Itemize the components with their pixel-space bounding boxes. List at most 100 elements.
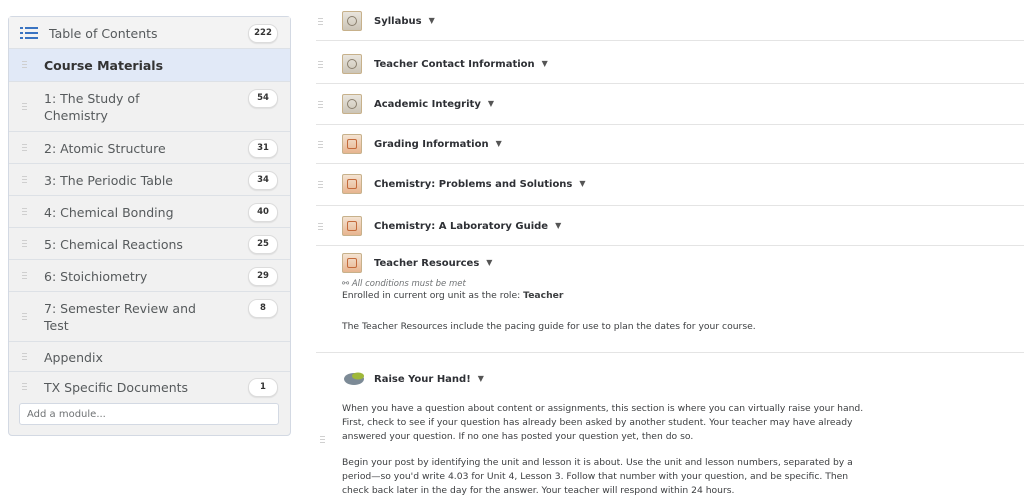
sidebar-item-tx-specific-documents[interactable]: TX Specific Documents 1 [9, 372, 290, 402]
module-content: Syllabus ▼ Teacher Contact Information ▼ A… [316, 0, 1024, 500]
add-module-input[interactable]: Add a module... [19, 403, 279, 425]
chevron-down-icon[interactable]: ▼ [579, 179, 585, 188]
divider [316, 40, 1024, 41]
drag-handle-icon[interactable] [318, 181, 323, 189]
divider [316, 163, 1024, 164]
sidebar-item-label: Course Materials [44, 58, 164, 73]
sidebar-item-label: 2: Atomic Structure [44, 141, 166, 156]
drag-handle-icon[interactable] [318, 101, 323, 109]
sidebar-item-chemical-reactions[interactable]: 5: Chemical Reactions 25 [9, 228, 290, 260]
chevron-down-icon[interactable]: ▼ [542, 59, 548, 68]
text-line: period—so you'd write 4.03 for Unit 4, L… [342, 471, 849, 482]
drag-handle-icon[interactable] [318, 18, 323, 26]
chevron-down-icon[interactable]: ▼ [488, 99, 494, 108]
sidebar-item-stoichiometry[interactable]: 6: Stoichiometry 29 [9, 260, 290, 292]
chevron-down-icon[interactable]: ▼ [478, 374, 484, 383]
module-icon [342, 11, 362, 31]
drag-handle-icon[interactable] [22, 239, 27, 248]
enrollment-condition: Enrolled in current org unit as the role… [342, 290, 564, 301]
item-count-badge: 8 [248, 299, 278, 318]
drag-handle-icon[interactable] [320, 436, 325, 444]
sidebar-item-study-of-chemistry[interactable]: 1: The Study of Chemistry 54 [9, 82, 290, 132]
sidebar-item-label: 6: Stoichiometry [44, 269, 148, 284]
text-line: When you have a question about content o… [342, 403, 864, 414]
sidebar-item-label: Appendix [44, 350, 103, 365]
conditions-icon: ⚯ [342, 279, 352, 289]
sidebar-item-label: 3: The Periodic Table [44, 173, 173, 188]
module-teacher-contact[interactable]: Teacher Contact Information ▼ [316, 52, 1024, 78]
module-teacher-resources[interactable]: Teacher Resources ▼ [316, 253, 1024, 279]
toc-label: Table of Contents [49, 26, 158, 41]
chevron-down-icon[interactable]: ▼ [555, 221, 561, 230]
sidebar-item-appendix[interactable]: Appendix [9, 342, 290, 372]
sidebar-item-periodic-table[interactable]: 3: The Periodic Table 34 [9, 164, 290, 196]
sidebar-item-course-materials[interactable]: Course Materials [9, 49, 290, 82]
drag-handle-icon[interactable] [22, 352, 27, 361]
module-icon [342, 94, 362, 114]
table-of-contents-panel: Table of Contents 222 Course Materials 1… [8, 16, 291, 436]
module-title[interactable]: Teacher Resources ▼ [374, 258, 492, 269]
divider [316, 245, 1024, 246]
drag-handle-icon[interactable] [318, 141, 323, 149]
sidebar-item-chemical-bonding[interactable]: 4: Chemical Bonding 40 [9, 196, 290, 228]
drag-handle-icon[interactable] [22, 271, 27, 280]
raise-hand-paragraph-2: Begin your post by identifying the unit … [342, 456, 1024, 498]
item-count-badge: 25 [248, 235, 278, 254]
raise-hand-paragraph-1: When you have a question about content o… [342, 402, 1024, 444]
module-title[interactable]: Syllabus ▼ [374, 16, 435, 27]
drag-handle-icon[interactable] [22, 383, 27, 391]
drag-handle-icon[interactable] [318, 61, 323, 69]
text-line: First, check to see if your question has… [342, 417, 853, 428]
drag-handle-icon[interactable] [22, 61, 27, 69]
drag-handle-icon[interactable] [22, 102, 27, 111]
module-icon [342, 54, 362, 74]
toc-header[interactable]: Table of Contents 222 [9, 17, 290, 49]
sidebar-item-label: 5: Chemical Reactions [44, 237, 183, 252]
module-syllabus[interactable]: Syllabus ▼ [316, 9, 1024, 35]
item-count-badge: 54 [248, 89, 278, 108]
module-title[interactable]: Academic Integrity ▼ [374, 99, 494, 110]
item-count-badge: 40 [248, 203, 278, 222]
drag-handle-icon[interactable] [318, 223, 323, 231]
module-grading-information[interactable]: Grading Information ▼ [316, 132, 1024, 158]
module-icon [342, 134, 362, 154]
divider [316, 352, 1024, 353]
module-raise-your-hand[interactable]: Raise Your Hand! ▼ [316, 367, 1024, 393]
module-icon [342, 216, 362, 236]
chevron-down-icon[interactable]: ▼ [486, 258, 492, 267]
chevron-down-icon[interactable]: ▼ [496, 139, 502, 148]
sidebar-item-label: 1: The Study of Chemistry [44, 91, 140, 123]
module-title[interactable]: Teacher Contact Information ▼ [374, 59, 548, 70]
drag-handle-icon[interactable] [22, 312, 27, 321]
hand-icon [344, 372, 364, 385]
divider [316, 124, 1024, 125]
text-line: check back later in the day for the answ… [342, 485, 735, 496]
module-title[interactable]: Grading Information ▼ [374, 139, 502, 150]
drag-handle-icon[interactable] [22, 207, 27, 216]
teacher-resources-description: The Teacher Resources include the pacing… [342, 321, 756, 332]
module-laboratory-guide[interactable]: Chemistry: A Laboratory Guide ▼ [316, 214, 1024, 240]
module-title[interactable]: Chemistry: Problems and Solutions ▼ [374, 179, 586, 190]
divider [316, 83, 1024, 84]
sidebar-item-semester-review[interactable]: 7: Semester Review and Test 8 [9, 292, 290, 342]
drag-handle-icon[interactable] [22, 175, 27, 184]
module-title[interactable]: Raise Your Hand! ▼ [374, 374, 484, 385]
module-academic-integrity[interactable]: Academic Integrity ▼ [316, 92, 1024, 118]
module-icon [342, 253, 362, 273]
item-count-badge: 34 [248, 171, 278, 190]
module-icon [342, 174, 362, 194]
divider [316, 205, 1024, 206]
sidebar-item-label: TX Specific Documents [44, 380, 189, 395]
sidebar-item-label: 7: Semester Review and Test [44, 301, 196, 333]
module-title[interactable]: Chemistry: A Laboratory Guide ▼ [374, 221, 561, 232]
item-count-badge: 29 [248, 267, 278, 286]
chevron-down-icon[interactable]: ▼ [429, 16, 435, 25]
text-line: answered your question. If no one has po… [342, 431, 694, 442]
list-icon [20, 27, 38, 39]
toc-count-badge: 222 [248, 24, 278, 43]
sidebar-item-atomic-structure[interactable]: 2: Atomic Structure 31 [9, 132, 290, 164]
drag-handle-icon[interactable] [22, 143, 27, 152]
text-line: Begin your post by identifying the unit … [342, 457, 853, 468]
module-problems-and-solutions[interactable]: Chemistry: Problems and Solutions ▼ [316, 172, 1024, 198]
item-count-badge: 1 [248, 378, 278, 397]
